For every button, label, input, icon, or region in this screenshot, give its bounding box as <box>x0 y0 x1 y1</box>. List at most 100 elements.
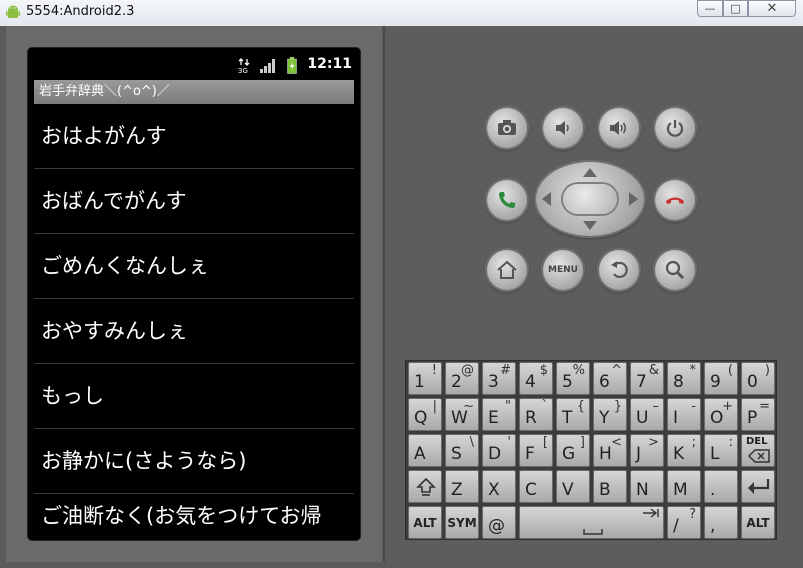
key-4[interactable]: 4 $ <box>519 362 553 395</box>
key-e[interactable]: E " <box>482 398 516 431</box>
back-button[interactable] <box>599 250 639 290</box>
status-time: 12:11 <box>307 56 352 72</box>
home-icon <box>497 260 517 279</box>
list-item[interactable]: おはよがんす <box>34 104 354 169</box>
phrase-list: おはよがんす おばんでがんす ごめんくなんしぇ おやすみんしぇ もっし お静かに… <box>34 104 354 540</box>
android-icon <box>6 5 20 18</box>
key-l[interactable]: L: <box>704 434 738 467</box>
search-button[interactable] <box>655 250 695 290</box>
key-w[interactable]: W ~ <box>445 398 479 431</box>
alt-right-key[interactable]: ALT <box>741 506 775 539</box>
home-button[interactable] <box>487 250 527 290</box>
key-u[interactable]: U – <box>630 398 664 431</box>
key-h[interactable]: H < <box>593 434 627 467</box>
key-period[interactable]: . <box>704 470 738 503</box>
key-q[interactable]: Q | <box>408 398 442 431</box>
dpad[interactable] <box>536 162 644 236</box>
shift-key[interactable] <box>408 470 442 503</box>
camera-icon <box>498 120 516 135</box>
phone-call-icon <box>499 192 515 208</box>
key-3[interactable]: 3 # <box>482 362 516 395</box>
key-n[interactable]: N <box>630 470 664 503</box>
key-b[interactable]: B <box>593 470 627 503</box>
key-1[interactable]: 1! <box>408 362 442 395</box>
key-k[interactable]: K; <box>667 434 701 467</box>
list-item[interactable]: もっし <box>34 364 354 429</box>
del-key[interactable]: DEL <box>741 434 775 467</box>
space-icon <box>583 508 659 535</box>
app-title-bar: 岩手弁辞典＼(^o^)／ <box>34 80 354 104</box>
slash-key[interactable]: /? <box>667 506 701 539</box>
key-a[interactable]: A <box>408 434 442 467</box>
signal-icon <box>260 59 275 73</box>
shift-icon <box>416 477 436 496</box>
power-icon <box>666 120 684 137</box>
backspace-icon <box>748 449 770 463</box>
dpad-center-button[interactable] <box>563 184 617 214</box>
window-title: 5554:Android2.3 <box>26 4 135 19</box>
key-7[interactable]: 7 & <box>630 362 664 395</box>
menu-button[interactable]: MENU <box>543 250 583 290</box>
key-z[interactable]: Z <box>445 470 479 503</box>
dpad-up-icon[interactable] <box>583 168 597 177</box>
key-9[interactable]: 9( <box>704 362 738 395</box>
window-titlebar: 5554:Android2.3 — □ ✕ <box>0 0 803 26</box>
list-item[interactable]: ご油断なく(お気をつけてお帰 <box>34 494 354 540</box>
key-t[interactable]: T{ <box>556 398 590 431</box>
at-key[interactable]: @ <box>482 506 516 539</box>
key-c[interactable]: C <box>519 470 553 503</box>
volume-up-icon <box>610 121 627 135</box>
volume-up-button[interactable] <box>599 108 639 148</box>
key-v[interactable]: V <box>556 470 590 503</box>
key-y[interactable]: Y} <box>593 398 627 431</box>
sym-key[interactable]: SYM <box>445 506 479 539</box>
search-icon <box>665 260 685 280</box>
camera-button[interactable] <box>487 108 527 148</box>
space-key[interactable] <box>519 506 664 539</box>
device-screen: 3G 12:11 岩手弁辞典＼(^o^)／ おはよがんす おばんでがんす ごめん… <box>28 48 360 540</box>
dpad-right-icon[interactable] <box>629 192 638 206</box>
network-type-label: 3G <box>238 67 248 74</box>
key-i[interactable]: I- <box>667 398 701 431</box>
maximize-button[interactable]: □ <box>723 0 748 17</box>
key-0[interactable]: 0) <box>741 362 775 395</box>
dpad-left-icon[interactable] <box>542 192 551 206</box>
del-label: DEL <box>746 436 768 447</box>
key-r[interactable]: R ` <box>519 398 553 431</box>
key-g[interactable]: G] <box>556 434 590 467</box>
list-item[interactable]: お静かに(さようなら) <box>34 429 354 494</box>
close-button[interactable]: ✕ <box>748 0 796 17</box>
menu-label: MENU <box>548 265 578 275</box>
key-p[interactable]: P = <box>741 398 775 431</box>
minimize-button[interactable]: — <box>697 0 723 17</box>
comma-key[interactable]: , <box>704 506 738 539</box>
list-item[interactable]: おやすみんしぇ <box>34 299 354 364</box>
key-x[interactable]: X <box>482 470 516 503</box>
battery-icon <box>287 57 297 74</box>
volume-down-icon <box>556 121 569 135</box>
list-item[interactable]: ごめんくなんしぇ <box>34 234 354 299</box>
data-network-icon: 3G <box>238 58 250 74</box>
key-o[interactable]: O + <box>704 398 738 431</box>
call-button[interactable] <box>487 180 527 220</box>
key-6[interactable]: 6 ^ <box>593 362 627 395</box>
dpad-down-icon[interactable] <box>583 221 597 230</box>
end-call-button[interactable] <box>655 180 695 220</box>
key-d[interactable]: D ' <box>482 434 516 467</box>
key-s[interactable]: S \ <box>445 434 479 467</box>
key-2[interactable]: 2 @ <box>445 362 479 395</box>
enter-icon <box>748 479 770 494</box>
key-j[interactable]: J > <box>630 434 664 467</box>
power-button[interactable] <box>655 108 695 148</box>
back-arrow-icon <box>611 261 628 279</box>
key-5[interactable]: 5% <box>556 362 590 395</box>
key-8[interactable]: 8 * <box>667 362 701 395</box>
alt-left-key[interactable]: ALT <box>408 506 442 539</box>
key-m[interactable]: M <box>667 470 701 503</box>
key-f[interactable]: F[ <box>519 434 553 467</box>
list-item[interactable]: おばんでがんす <box>34 169 354 234</box>
enter-key[interactable] <box>741 470 775 503</box>
status-bar: 3G 12:11 <box>28 48 360 79</box>
volume-down-button[interactable] <box>543 108 583 148</box>
end-call-icon <box>666 197 684 204</box>
